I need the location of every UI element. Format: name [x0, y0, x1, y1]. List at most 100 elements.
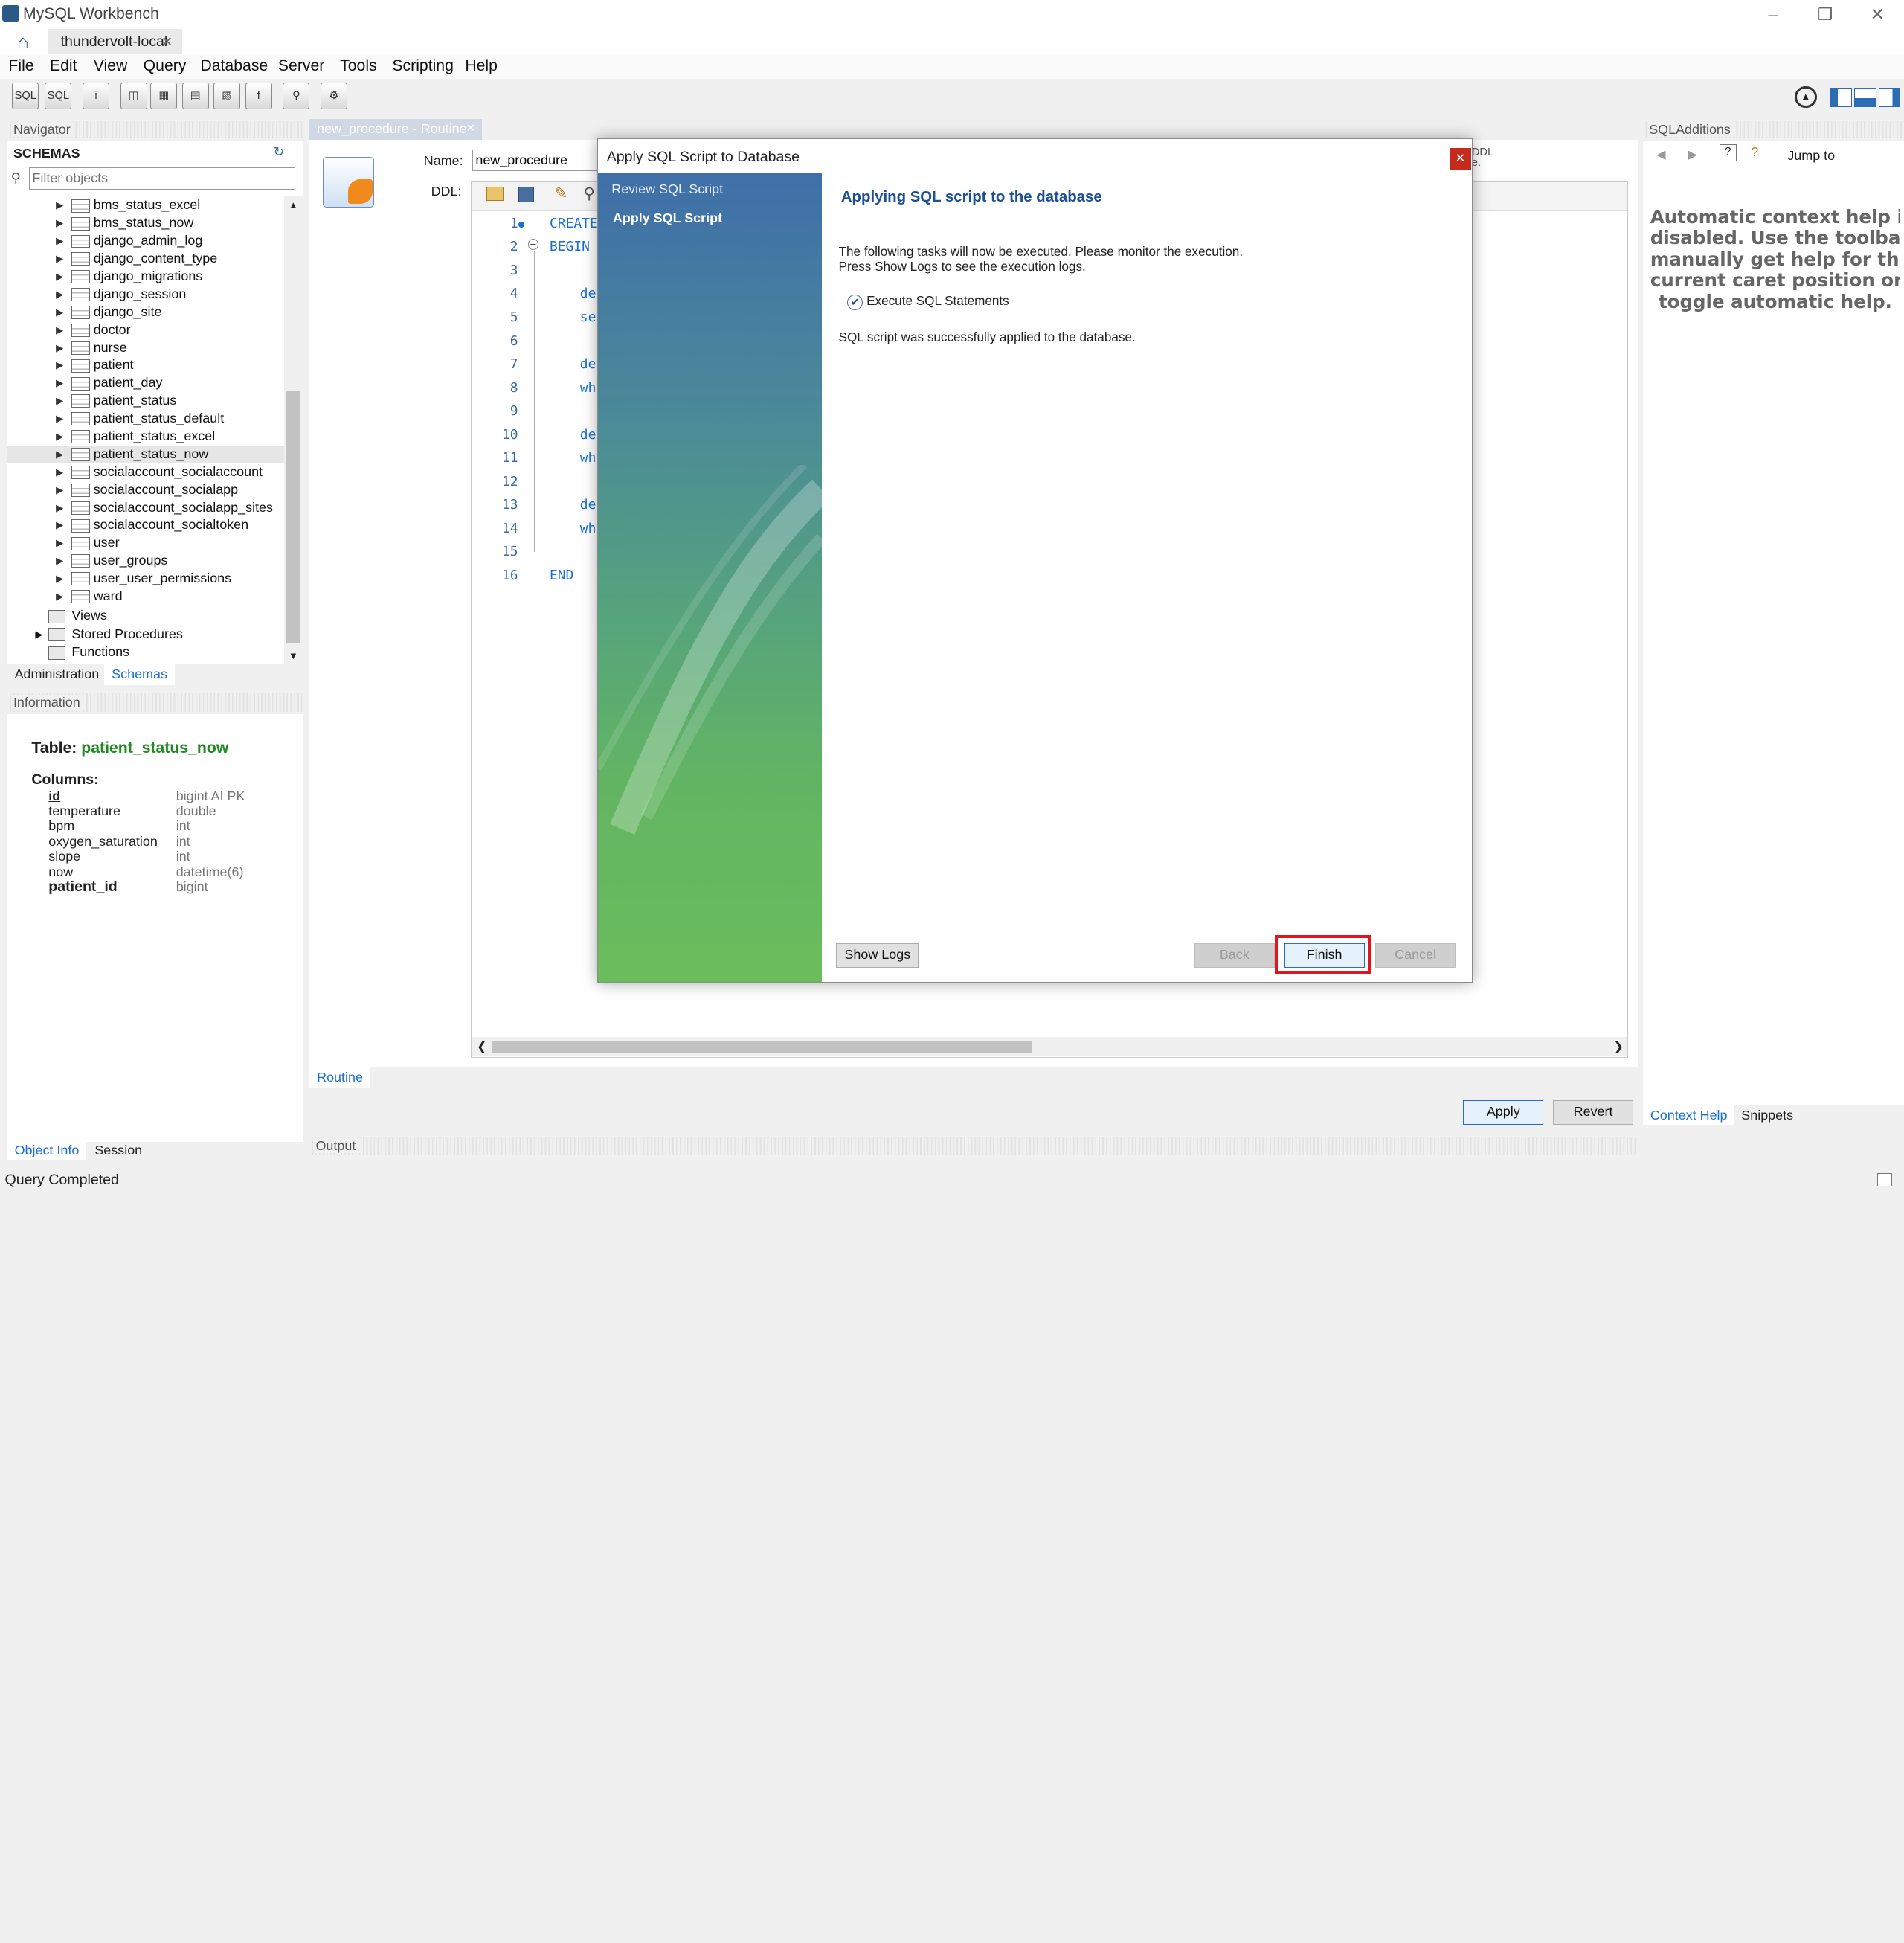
breakpoint-marker-icon[interactable]	[518, 222, 524, 228]
tab-session[interactable]: Session	[94, 1143, 142, 1158]
menu-file[interactable]: File	[8, 57, 33, 75]
scroll-left-icon[interactable]: ❮	[477, 1039, 487, 1054]
dialog-close-button[interactable]: ✕	[1449, 147, 1472, 170]
scroll-right-icon[interactable]: ❯	[1613, 1039, 1624, 1054]
expand-arrow-icon[interactable]: ▶	[56, 250, 63, 268]
tree-table-nurse[interactable]: ▶ nurse	[7, 339, 284, 357]
close-tab-icon[interactable]: ✕	[466, 119, 475, 140]
menu-server[interactable]: Server	[278, 57, 325, 75]
restore-button[interactable]: ❐	[1798, 0, 1852, 29]
finish-button[interactable]: Finish	[1284, 942, 1365, 968]
tree-table-doctor[interactable]: ▶ doctor	[7, 321, 284, 339]
expand-arrow-icon[interactable]: ▶	[56, 196, 63, 214]
tree-table-bms-status-now[interactable]: ▶ bms_status_now	[7, 214, 284, 232]
routine-editor-tab[interactable]: new_procedure - Routine ✕	[309, 119, 483, 140]
expand-arrow-icon[interactable]: ▶	[56, 410, 63, 428]
tab-administration[interactable]: Administration	[15, 667, 100, 682]
jump-to-label[interactable]: Jump to	[1787, 148, 1835, 164]
tree-table-patient-status-excel[interactable]: ▶ patient_status_excel	[7, 428, 284, 446]
tree-table-django-content-type[interactable]: ▶ django_content_type	[7, 250, 284, 268]
expand-arrow-icon[interactable]: ▶	[56, 570, 63, 588]
tab-snippets[interactable]: Snippets	[1741, 1108, 1793, 1123]
tree-table-patient-status-default[interactable]: ▶ patient_status_default	[7, 410, 284, 428]
tab-schemas[interactable]: Schemas	[104, 664, 175, 685]
tree-table-socialaccount-socialaccount[interactable]: ▶ socialaccount_socialaccount	[7, 463, 284, 481]
tree-table-django-site[interactable]: ▶ django_site	[7, 304, 284, 321]
expand-arrow-icon[interactable]: ▶	[56, 499, 63, 517]
tree-table-patient-day[interactable]: ▶ patient_day	[7, 374, 284, 392]
tree-table-user-user-permissions[interactable]: ▶ user_user_permissions	[7, 570, 284, 588]
tab-context-help[interactable]: Context Help	[1643, 1105, 1735, 1126]
connection-tab[interactable]: thundervolt-local ✕	[48, 29, 182, 55]
scroll-up-icon[interactable]: ▲	[284, 196, 302, 213]
expand-arrow-icon[interactable]: ▶	[56, 339, 63, 357]
toggle-secondary-sidebar-icon[interactable]	[1878, 87, 1901, 107]
expand-arrow-icon[interactable]: ▶	[56, 356, 63, 374]
tree-folder-stored-procedures[interactable]: ▶ Stored Procedures	[7, 626, 284, 643]
expand-arrow-icon[interactable]: ▶	[56, 463, 63, 481]
tree-folder-functions[interactable]: Functions	[7, 643, 284, 661]
tab-object-info[interactable]: Object Info	[7, 1141, 87, 1160]
open-sql-script-icon[interactable]: SQL	[45, 83, 72, 109]
expand-arrow-icon[interactable]: ▶	[56, 286, 63, 304]
menu-view[interactable]: View	[94, 57, 128, 75]
forward-arrow-icon[interactable]: ▶	[1688, 147, 1697, 162]
tree-table-user[interactable]: ▶ user	[7, 534, 284, 552]
create-view-icon[interactable]: ▤	[181, 83, 209, 109]
manual-help-icon[interactable]: ?	[1719, 144, 1737, 162]
tree-table-django-admin-log[interactable]: ▶ django_admin_log	[7, 232, 284, 250]
status-toggle-icon[interactable]	[1877, 1172, 1892, 1186]
tree-table-socialaccount-socialapp[interactable]: ▶ socialaccount_socialapp	[7, 481, 284, 499]
menu-help[interactable]: Help	[465, 57, 498, 75]
save-file-icon[interactable]	[518, 186, 534, 202]
expand-arrow-icon[interactable]: ▶	[56, 446, 63, 463]
expand-arrow-icon[interactable]: ▶	[56, 232, 63, 250]
expand-arrow-icon[interactable]: ▶	[35, 626, 42, 643]
back-arrow-icon[interactable]: ◀	[1656, 147, 1666, 162]
tree-table-patient[interactable]: ▶ patient	[7, 356, 284, 374]
toggle-output-icon[interactable]	[1854, 87, 1876, 107]
expand-arrow-icon[interactable]: ▶	[56, 321, 63, 339]
tree-table-django-session[interactable]: ▶ django_session	[7, 286, 284, 304]
tree-table-patient-status[interactable]: ▶ patient_status	[7, 392, 284, 410]
scroll-thumb[interactable]	[286, 391, 300, 644]
expand-arrow-icon[interactable]: ▶	[56, 516, 63, 534]
fold-marker-icon[interactable]: –	[527, 239, 539, 250]
menu-query[interactable]: Query	[144, 57, 187, 75]
create-function-icon[interactable]: f	[245, 83, 272, 109]
expand-arrow-icon[interactable]: ▶	[56, 374, 63, 392]
expand-arrow-icon[interactable]: ▶	[56, 534, 63, 552]
refresh-schemas-icon[interactable]: ↻	[273, 144, 284, 160]
new-sql-tab-icon[interactable]: SQL	[12, 83, 39, 109]
search-table-data-icon[interactable]: ⚲	[283, 83, 310, 109]
expand-arrow-icon[interactable]: ▶	[56, 588, 63, 606]
preferences-icon[interactable]: ▲	[1795, 86, 1817, 109]
create-procedure-icon[interactable]: ▧	[213, 83, 241, 109]
expand-arrow-icon[interactable]: ▶	[56, 268, 63, 286]
scroll-thumb[interactable]	[491, 1040, 1032, 1053]
expand-arrow-icon[interactable]: ▶	[56, 392, 63, 410]
tree-table-ward[interactable]: ▶ ward	[7, 588, 284, 606]
apply-button[interactable]: Apply	[1463, 1100, 1544, 1125]
close-button[interactable]: ✕	[1850, 0, 1904, 29]
tree-table-user-groups[interactable]: ▶ user_groups	[7, 552, 284, 570]
auto-help-icon[interactable]: ?	[1751, 144, 1758, 160]
reconnect-icon[interactable]: ⚙	[321, 83, 347, 109]
toggle-sidebar-icon[interactable]	[1830, 87, 1852, 107]
tree-scrollbar[interactable]: ▲ ▼	[284, 196, 303, 665]
back-button[interactable]: Back	[1194, 942, 1275, 968]
horizontal-scrollbar[interactable]: ❮ ❯	[472, 1036, 1627, 1056]
expand-arrow-icon[interactable]: ▶	[56, 481, 63, 499]
tree-table-bms-status-excel[interactable]: ▶ bms_status_excel	[7, 196, 284, 214]
close-tab-icon[interactable]: ✕	[161, 29, 173, 54]
show-logs-button[interactable]: Show Logs	[836, 942, 919, 968]
menu-edit[interactable]: Edit	[50, 57, 77, 75]
create-table-icon[interactable]: ▦	[150, 83, 178, 109]
menu-database[interactable]: Database	[200, 57, 268, 75]
home-icon[interactable]: ⌂	[10, 30, 36, 54]
expand-arrow-icon[interactable]: ▶	[56, 214, 63, 232]
scroll-down-icon[interactable]: ▼	[284, 647, 302, 664]
create-schema-icon[interactable]: ◫	[120, 83, 147, 109]
revert-button[interactable]: Revert	[1553, 1100, 1633, 1125]
minimize-button[interactable]: –	[1746, 0, 1800, 29]
